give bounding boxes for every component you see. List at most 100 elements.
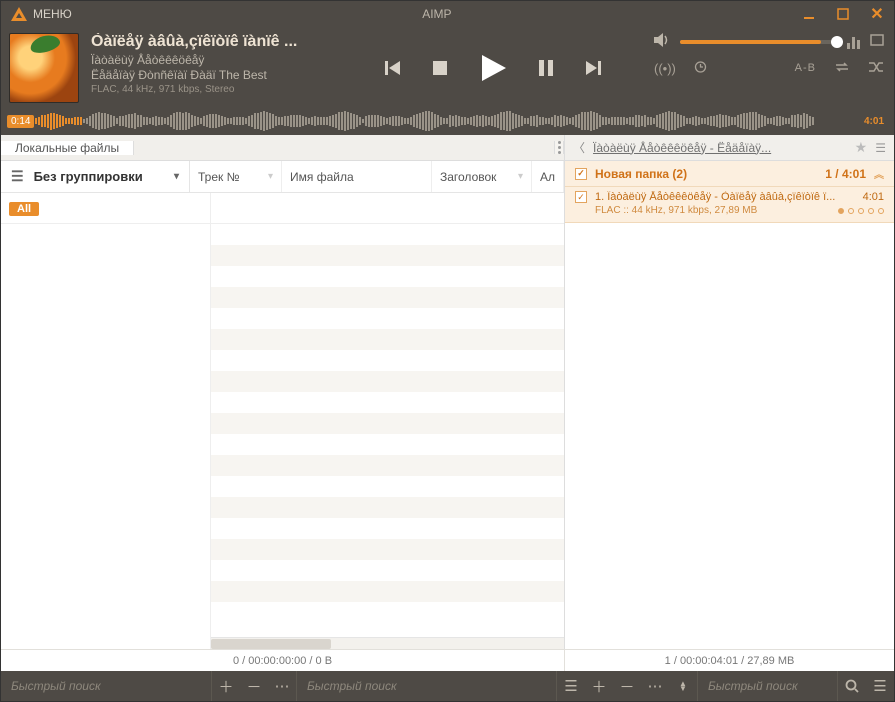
pl-remove-button[interactable]: － bbox=[613, 671, 641, 701]
track-album: Ëåäåïàÿ Ðònñêïàï Ðàäï The Best bbox=[91, 68, 331, 82]
filter-sidebar: All bbox=[1, 193, 211, 223]
end-menu-button[interactable]: ☰ bbox=[866, 671, 894, 701]
pause-button[interactable] bbox=[538, 59, 554, 77]
filter-row: All bbox=[1, 193, 564, 224]
maximize-button[interactable] bbox=[826, 1, 860, 27]
close-button[interactable]: ✕ bbox=[860, 1, 894, 27]
waveform-graphic bbox=[1, 111, 894, 131]
col-album[interactable]: Ал bbox=[532, 161, 564, 192]
collapse-icon[interactable]: ︽ bbox=[874, 166, 884, 181]
track-line: 1. Ïàòàëùÿ Ååòêêêöêåÿ - Òàïëåÿ àâûà,çïêï… bbox=[595, 191, 855, 203]
play-button[interactable] bbox=[478, 53, 508, 83]
more-button[interactable]: ⋯ bbox=[268, 671, 296, 701]
track-rating[interactable] bbox=[838, 208, 884, 214]
extra-controls-row: ((•)) A-B bbox=[654, 60, 884, 76]
menu-button[interactable]: МЕНЮ bbox=[1, 1, 82, 27]
library-search-input[interactable]: Быстрый поиск bbox=[1, 679, 211, 693]
group-name: Новая папка (2) bbox=[595, 167, 687, 181]
group-checkbox[interactable]: ✓ bbox=[575, 168, 587, 180]
track-line-tech: FLAC :: 44 kHz, 971 kbps, 27,89 MB bbox=[595, 205, 757, 216]
playlist-tabs: 〈 Ïàòàëùÿ Ååòêêêöêåÿ - Ëåäåïàÿ... ★ ☰ bbox=[565, 135, 894, 160]
track-artist: Ïàòàëùÿ Ååòêêêöêåÿ bbox=[91, 53, 331, 67]
ab-repeat-button[interactable]: A-B bbox=[795, 62, 816, 74]
volume-knob[interactable] bbox=[831, 36, 843, 48]
library-pane: ☰ Без группировки ▾ Трек №▾ Имя файла За… bbox=[1, 161, 565, 649]
library-status: 0 / 00:00:00:00 / 0 B bbox=[1, 650, 565, 671]
pl-more-button[interactable]: ⋯ bbox=[641, 671, 669, 701]
library-grid-body bbox=[211, 224, 564, 649]
tab-local-files[interactable]: Локальные файлы bbox=[1, 141, 134, 155]
volume-fill bbox=[680, 40, 821, 44]
playlist-search-input[interactable]: Быстрый поиск bbox=[296, 671, 556, 701]
titlebar: МЕНЮ AIMP ✕ bbox=[1, 1, 894, 27]
prev-track-button[interactable] bbox=[384, 59, 402, 77]
pl-add-button[interactable]: ＋ bbox=[585, 671, 613, 701]
window-controls: ✕ bbox=[792, 1, 894, 27]
tab-drag-handle[interactable] bbox=[554, 141, 564, 154]
main-area: ☰ Без группировки ▾ Трек №▾ Имя файла За… bbox=[1, 161, 894, 649]
grouping-selector[interactable]: ☰ Без группировки ▾ bbox=[1, 161, 190, 192]
playlist-track[interactable]: ✓ 1. Ïàòàëùÿ Ååòêêêöêåÿ - Òàïëåÿ àâûà,çï… bbox=[565, 187, 894, 223]
playlist-group-header[interactable]: ✓ Новая папка (2) 1 / 4:01 ︽ bbox=[565, 161, 894, 187]
radio-icon[interactable]: ((•)) bbox=[654, 61, 676, 76]
col-track-no[interactable]: Трек №▾ bbox=[190, 161, 282, 192]
waveform-seek-bar[interactable]: 0:14 4:01 bbox=[1, 107, 894, 135]
col-file-name[interactable]: Имя файла bbox=[282, 161, 432, 192]
hamburger-icon: ☰ bbox=[11, 168, 24, 185]
end-tools: ☰ bbox=[837, 671, 894, 701]
playlist-search-input-2[interactable]: Быстрый поиск bbox=[697, 671, 837, 701]
track-line-duration: 4:01 bbox=[863, 191, 884, 203]
player-header: Òàïëåÿ àâûà,çïêïòïê ïànïê ... Ïàòàëùÿ Åå… bbox=[1, 27, 894, 107]
volume-slider[interactable] bbox=[680, 40, 837, 44]
equalizer-button[interactable] bbox=[847, 35, 860, 49]
transport-controls bbox=[343, 33, 642, 103]
track-checkbox[interactable]: ✓ bbox=[575, 191, 587, 203]
add-button[interactable]: ＋ bbox=[212, 671, 240, 701]
track-title: Òàïëåÿ àâûà,çïêïòïê ïànïê ... bbox=[91, 33, 331, 51]
track-metadata: Òàïëåÿ àâûà,çïêïòïê ïànïê ... Ïàòàëùÿ Åå… bbox=[91, 33, 331, 103]
group-tree[interactable] bbox=[1, 224, 211, 649]
playlist-tools: ☰ ＋ － ⋯ ▲▼ bbox=[556, 671, 697, 701]
search-button[interactable] bbox=[838, 671, 866, 701]
remove-button[interactable]: － bbox=[240, 671, 268, 701]
app-window: МЕНЮ AIMP ✕ Òàïëåÿ àâûà,çïêïòïê ïànïê ..… bbox=[0, 0, 895, 702]
pl-menu-button[interactable]: ☰ bbox=[557, 671, 585, 701]
repeat-button[interactable] bbox=[834, 61, 850, 76]
volume-row bbox=[654, 33, 884, 50]
track-duration: 4:01 bbox=[860, 115, 888, 128]
volume-icon[interactable] bbox=[654, 33, 670, 50]
library-body bbox=[1, 224, 564, 649]
library-grid[interactable] bbox=[211, 193, 564, 223]
app-logo-icon bbox=[11, 7, 27, 21]
timer-icon[interactable] bbox=[694, 60, 707, 76]
horizontal-scrollbar[interactable] bbox=[211, 637, 564, 649]
grouping-label: Без группировки bbox=[34, 169, 143, 184]
library-tabs: Локальные файлы bbox=[1, 135, 565, 160]
filter-icon[interactable]: ▾ bbox=[518, 171, 523, 182]
window-title: AIMP bbox=[82, 7, 792, 21]
playlist-empty-area[interactable] bbox=[565, 223, 894, 649]
right-controls: ((•)) A-B bbox=[654, 33, 884, 103]
filter-all-chip[interactable]: All bbox=[9, 202, 39, 216]
bottom-toolbar: Быстрый поиск ＋ － ⋯ Быстрый поиск ☰ ＋ － … bbox=[1, 671, 894, 701]
minimize-button[interactable] bbox=[792, 1, 826, 27]
playlist-name[interactable]: Ïàòàëùÿ Ååòêêêöêåÿ - Ëåäåïàÿ... bbox=[593, 141, 847, 155]
scroll-thumb[interactable] bbox=[211, 639, 331, 649]
col-title[interactable]: Заголовок▾ bbox=[432, 161, 532, 192]
playlist-status: 1 / 00:00:04:01 / 27,89 MB bbox=[565, 650, 894, 671]
filter-icon[interactable]: ▾ bbox=[268, 171, 273, 182]
prev-playlist-button[interactable]: 〈 bbox=[573, 139, 585, 156]
playlist-menu-button[interactable]: ☰ bbox=[875, 141, 886, 155]
visualization-button[interactable] bbox=[870, 34, 884, 49]
playlist-pane: ✓ Новая папка (2) 1 / 4:01 ︽ ✓ 1. Ïàòàëù… bbox=[565, 161, 894, 649]
album-art[interactable] bbox=[9, 33, 79, 103]
favorite-playlist-button[interactable]: ★ bbox=[855, 139, 868, 156]
status-bar: 0 / 00:00:00:00 / 0 B 1 / 00:00:04:01 / … bbox=[1, 649, 894, 671]
column-headers: Трек №▾ Имя файла Заголовок▾ Ал bbox=[190, 161, 564, 192]
pl-sort-button[interactable]: ▲▼ bbox=[669, 671, 697, 701]
shuffle-button[interactable] bbox=[868, 61, 884, 76]
tabs-row: Локальные файлы 〈 Ïàòàëùÿ Ååòêêêöêåÿ - Ë… bbox=[1, 135, 894, 161]
group-summary: 1 / 4:01 bbox=[825, 167, 866, 181]
stop-button[interactable] bbox=[432, 60, 448, 76]
next-track-button[interactable] bbox=[584, 59, 602, 77]
